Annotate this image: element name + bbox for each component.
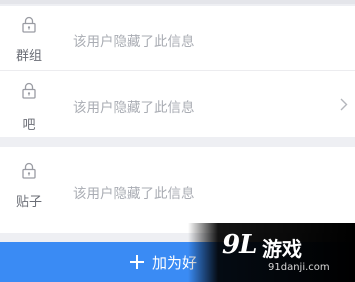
lock-icon [22,16,36,33]
lock-icon [22,162,36,179]
chevron-right-icon[interactable] [340,98,348,111]
row-info-bars: 该用户隐藏了此信息 [73,100,195,116]
row-bars[interactable]: 吧 该用户隐藏了此信息 [0,72,355,136]
watermark-logo-mark: 9L [222,230,257,260]
row-icon-col: 贴子 [0,156,58,220]
row-label-groups: 群组 [15,49,42,64]
lock-icon [22,82,36,99]
row-posts: 贴子 该用户隐藏了此信息 [0,156,355,220]
plus-icon [130,255,144,269]
row-label-bars: 吧 [22,118,36,133]
row-groups: 群组 该用户隐藏了此信息 [0,8,355,72]
add-friend-label-wrap[interactable]: 加为好 [130,252,197,273]
watermark-logo-name: 游戏 [262,237,302,261]
row-icon-col: 群组 [0,8,58,72]
row-divider [0,70,355,71]
row-info-groups: 该用户隐藏了此信息 [73,34,195,50]
row-info-posts: 该用户隐藏了此信息 [73,186,195,202]
watermark-url: 91danji.com [268,262,330,273]
row-icon-col: 吧 [0,72,58,136]
top-divider [0,0,355,4]
row-label-posts: 贴子 [15,195,42,210]
